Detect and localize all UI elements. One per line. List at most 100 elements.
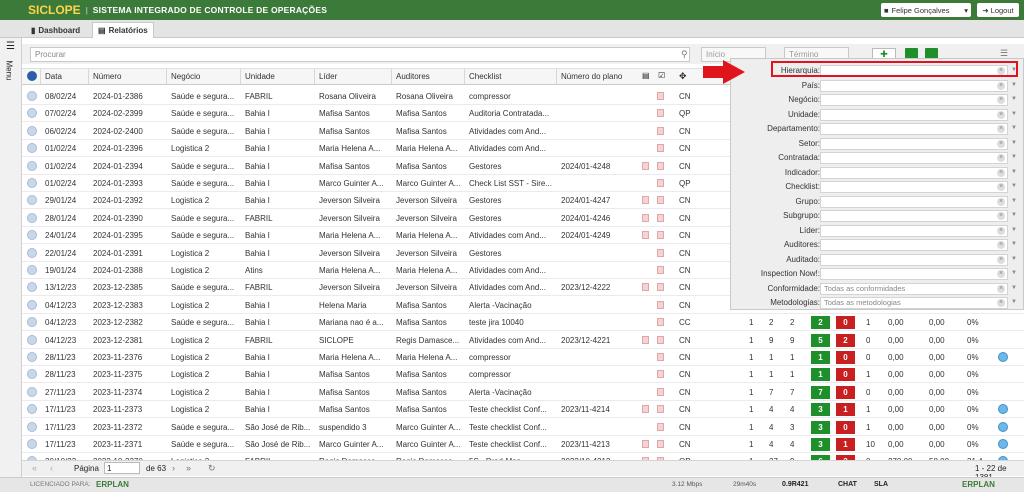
chevron-down-icon[interactable]: ▼ <box>1011 111 1017 117</box>
filter-input[interactable] <box>820 123 1008 135</box>
pdf-icon[interactable] <box>657 335 664 344</box>
clear-icon[interactable]: × <box>997 139 1005 148</box>
filter-input[interactable] <box>820 108 1008 121</box>
tab-relatorios[interactable]: ▤ Relatórios <box>92 22 154 38</box>
pdf-icon[interactable] <box>657 231 664 240</box>
menu-rail[interactable]: ☰ Menu <box>0 38 22 492</box>
row-info-icon[interactable] <box>27 299 37 310</box>
plan-pdf-icon[interactable] <box>642 335 649 344</box>
row-info-icon[interactable] <box>27 178 37 188</box>
last-page-icon[interactable]: » <box>186 463 191 473</box>
clear-icon[interactable]: × <box>997 154 1005 162</box>
clear-icon[interactable]: × <box>997 183 1005 191</box>
plan-pdf-icon[interactable] <box>642 283 649 292</box>
col-data[interactable]: Data <box>40 69 88 84</box>
clear-icon[interactable]: × <box>997 197 1005 206</box>
pdf-icon[interactable] <box>657 283 664 292</box>
map-icon[interactable]: ▤ <box>642 71 650 80</box>
pdf-icon[interactable] <box>657 92 664 100</box>
pdf-icon[interactable] <box>657 144 664 153</box>
plan-pdf-icon[interactable] <box>642 405 649 414</box>
chevron-down-icon[interactable]: ▼ <box>1011 96 1017 102</box>
row-info-icon[interactable] <box>27 91 37 101</box>
clear-icon[interactable]: × <box>997 212 1005 220</box>
page-input[interactable]: 1 <box>104 462 140 474</box>
filter-input[interactable] <box>820 210 1008 222</box>
row-info-icon[interactable] <box>27 247 37 258</box>
clear-icon[interactable]: × <box>997 299 1005 307</box>
hamburger-icon[interactable]: ☰ <box>6 41 15 52</box>
move-icon[interactable]: ✥ <box>679 71 687 82</box>
filter-input[interactable] <box>820 253 1008 266</box>
chevron-down-icon[interactable]: ▼ <box>1011 241 1017 247</box>
pdf-icon[interactable] <box>657 161 664 170</box>
prev-page-icon[interactable]: ‹ <box>50 463 53 473</box>
clear-icon[interactable]: × <box>997 241 1005 249</box>
next-page-icon[interactable]: › <box>172 463 175 473</box>
pdf-icon[interactable] <box>657 370 664 379</box>
sync-icon[interactable] <box>998 421 1008 432</box>
clear-icon[interactable]: × <box>997 110 1005 119</box>
sync-icon[interactable] <box>998 352 1008 362</box>
col-unidade[interactable]: Unidade <box>240 69 314 84</box>
clear-icon[interactable]: × <box>997 284 1005 293</box>
clear-icon[interactable]: × <box>997 270 1005 278</box>
chevron-down-icon[interactable]: ▼ <box>1011 198 1017 204</box>
clear-icon[interactable]: × <box>997 226 1005 235</box>
row-info-icon[interactable] <box>27 352 37 362</box>
chevron-down-icon[interactable]: ▼ <box>1011 183 1017 189</box>
chevron-down-icon[interactable]: ▼ <box>1011 256 1017 262</box>
pdf-icon[interactable] <box>657 126 664 135</box>
clear-icon[interactable]: × <box>997 168 1005 177</box>
pdf-icon[interactable] <box>657 440 664 448</box>
sync-icon[interactable] <box>998 439 1008 449</box>
logout-button[interactable]: ➜ Logout <box>977 3 1019 17</box>
checklist-icon[interactable]: ☑ <box>658 71 665 80</box>
row-info-icon[interactable] <box>27 265 37 275</box>
filter-input[interactable] <box>820 195 1008 208</box>
plan-pdf-icon[interactable] <box>642 213 649 222</box>
col-numero-plano[interactable]: Número do plano <box>556 69 638 84</box>
filter-input[interactable] <box>820 166 1008 179</box>
pdf-icon[interactable] <box>657 248 664 257</box>
row-info-icon[interactable] <box>27 386 37 397</box>
chevron-down-icon[interactable]: ▼ <box>1011 82 1017 88</box>
sla-button[interactable]: SLA <box>874 481 888 488</box>
pdf-icon[interactable] <box>657 179 664 187</box>
pdf-icon[interactable] <box>657 353 664 361</box>
row-info-icon[interactable] <box>27 125 37 136</box>
filter-input[interactable] <box>820 239 1008 251</box>
filter-input[interactable]: Todas as conformidades <box>820 282 1008 295</box>
pdf-icon[interactable] <box>657 266 664 274</box>
col-auditores[interactable]: Auditores <box>391 69 464 84</box>
filter-input[interactable] <box>820 224 1008 237</box>
plan-pdf-icon[interactable] <box>642 231 649 240</box>
user-menu-button[interactable]: ■ Felipe Gonçalves ▾ <box>881 3 971 17</box>
chevron-down-icon[interactable]: ▼ <box>1011 169 1017 175</box>
row-info-icon[interactable] <box>27 334 37 345</box>
pdf-icon[interactable] <box>657 300 664 309</box>
filter-input[interactable] <box>820 137 1008 150</box>
col-negocio[interactable]: Negócio <box>166 69 240 84</box>
row-info-icon[interactable] <box>27 212 37 223</box>
clear-icon[interactable]: × <box>997 255 1005 264</box>
pdf-icon[interactable] <box>657 318 664 327</box>
col-checklist[interactable]: Checklist <box>464 69 556 84</box>
filter-input[interactable] <box>820 181 1008 193</box>
search-input[interactable]: Procurar <box>30 47 690 62</box>
filter-input[interactable] <box>820 94 1008 106</box>
row-info-icon[interactable] <box>27 160 37 171</box>
pdf-icon[interactable] <box>657 422 664 431</box>
chevron-down-icon[interactable]: ▼ <box>1011 285 1017 291</box>
filter-input[interactable] <box>820 79 1008 92</box>
pdf-icon[interactable] <box>657 405 664 414</box>
pdf-icon[interactable] <box>657 387 664 396</box>
filter-input[interactable]: Todas as metodologias <box>820 297 1008 309</box>
col-numero[interactable]: Número <box>88 69 166 84</box>
pdf-icon[interactable] <box>657 196 664 205</box>
col-lider[interactable]: Líder <box>314 69 391 84</box>
filter-input[interactable] <box>820 268 1008 280</box>
chevron-down-icon[interactable]: ▼ <box>1011 212 1017 218</box>
row-info-icon[interactable] <box>27 421 37 432</box>
plan-pdf-icon[interactable] <box>642 440 649 448</box>
